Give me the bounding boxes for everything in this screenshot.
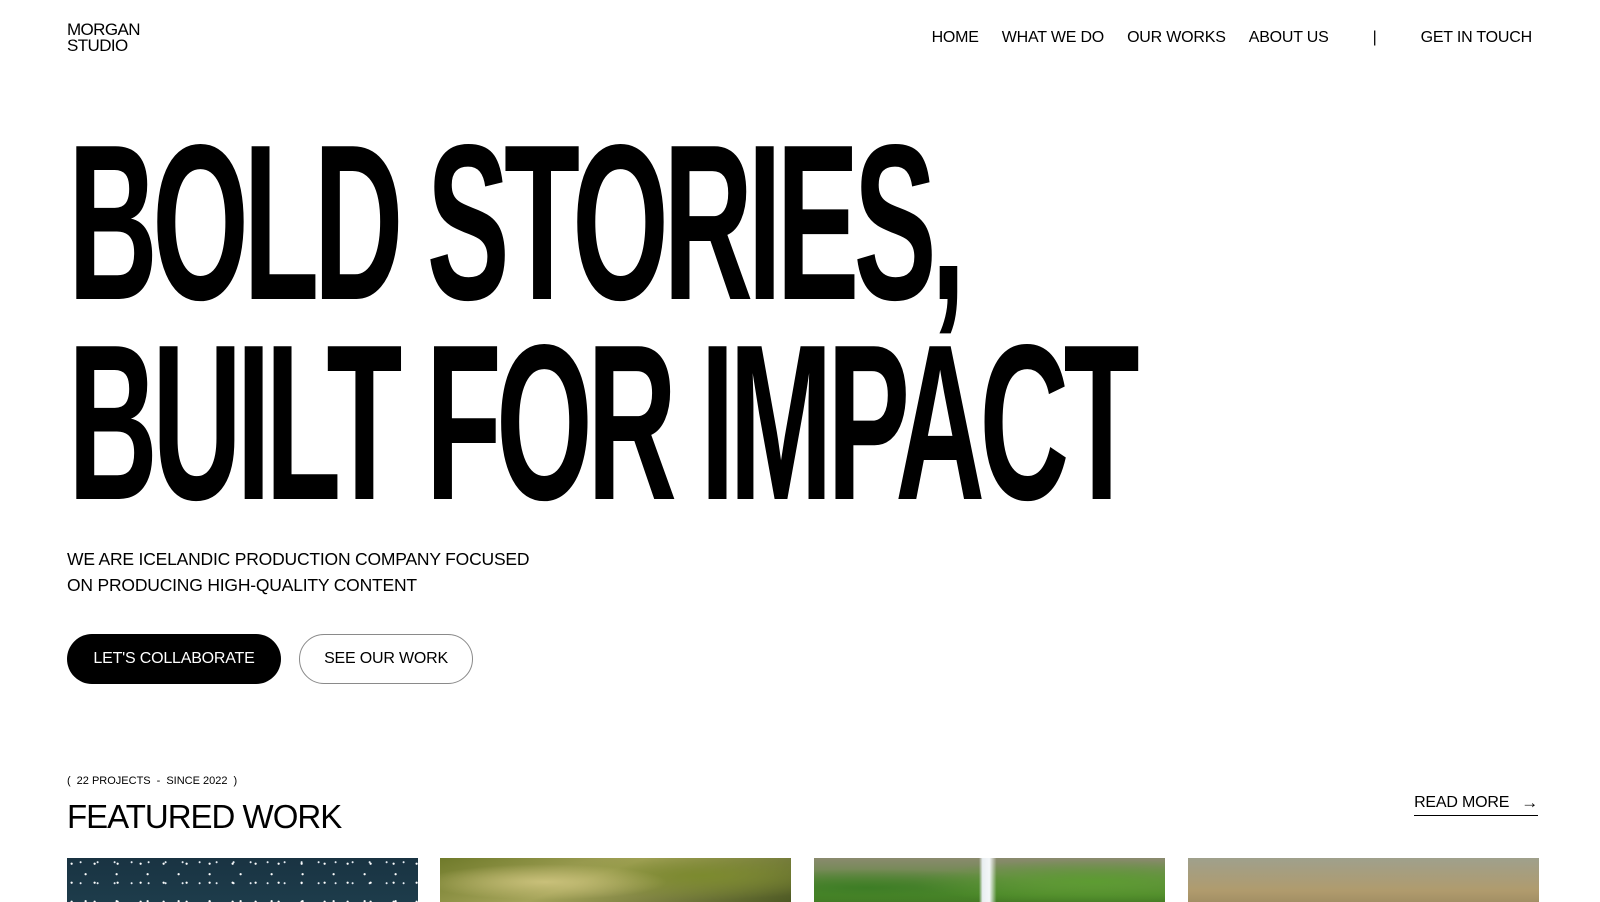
nav-about-us[interactable]: ABOUT US	[1249, 29, 1329, 47]
featured-work-title: FEATURED WORK	[67, 798, 342, 835]
featured-thumbnail-night-sky[interactable]	[67, 858, 418, 902]
logo[interactable]: MORGAN STUDIO	[67, 21, 141, 55]
meta-separator: -	[156, 775, 161, 787]
tagline-line-2: ON PRODUCING HIGH-QUALITY CONTENT	[67, 575, 417, 595]
hero-headline-line-1: BOLD STORIES,	[68, 99, 966, 347]
lets-collaborate-button[interactable]: LET'S COLLABORATE	[67, 634, 281, 684]
featured-thumbnail-waterfall-forest[interactable]	[814, 858, 1165, 902]
hero-headline: BOLD STORIES, BUILT FOR IMPACT	[68, 99, 1140, 547]
hero-headline-line-2: BUILT FOR IMPACT	[68, 299, 1140, 547]
meta-close-paren: )	[233, 775, 238, 787]
logo-line-2: STUDIO	[67, 36, 128, 55]
arrow-right-icon: →	[1521, 793, 1538, 812]
read-more-label: READ MORE	[1414, 794, 1510, 811]
page: MORGAN STUDIO HOME WHAT WE DO OUR WORKS …	[0, 0, 1600, 902]
nav-what-we-do[interactable]: WHAT WE DO	[1002, 29, 1104, 47]
meta-open-paren: (	[67, 775, 71, 787]
nav-home[interactable]: HOME	[932, 29, 979, 47]
main-nav: HOME WHAT WE DO OUR WORKS ABOUT US | GET…	[932, 29, 1533, 47]
featured-meta: ( 22 PROJECTS - SINCE 2022 )	[67, 775, 243, 787]
nav-divider: |	[1372, 29, 1377, 46]
hero-tagline: WE ARE ICELANDIC PRODUCTION COMPANY FOCU…	[67, 546, 530, 598]
read-more-link[interactable]: READ MORE →	[1414, 793, 1538, 816]
nav-get-in-touch[interactable]: GET IN TOUCH	[1421, 29, 1533, 47]
tagline-line-1: WE ARE ICELANDIC PRODUCTION COMPANY FOCU…	[67, 549, 530, 569]
meta-projects: 22 PROJECTS	[76, 775, 151, 787]
see-our-work-button[interactable]: SEE OUR WORK	[299, 634, 473, 684]
featured-thumbnail-misty-landscape[interactable]	[1188, 858, 1539, 902]
featured-thumbnail-tree-canopy[interactable]	[440, 858, 791, 902]
nav-our-works[interactable]: OUR WORKS	[1127, 29, 1226, 47]
meta-since: SINCE 2022	[166, 775, 228, 787]
